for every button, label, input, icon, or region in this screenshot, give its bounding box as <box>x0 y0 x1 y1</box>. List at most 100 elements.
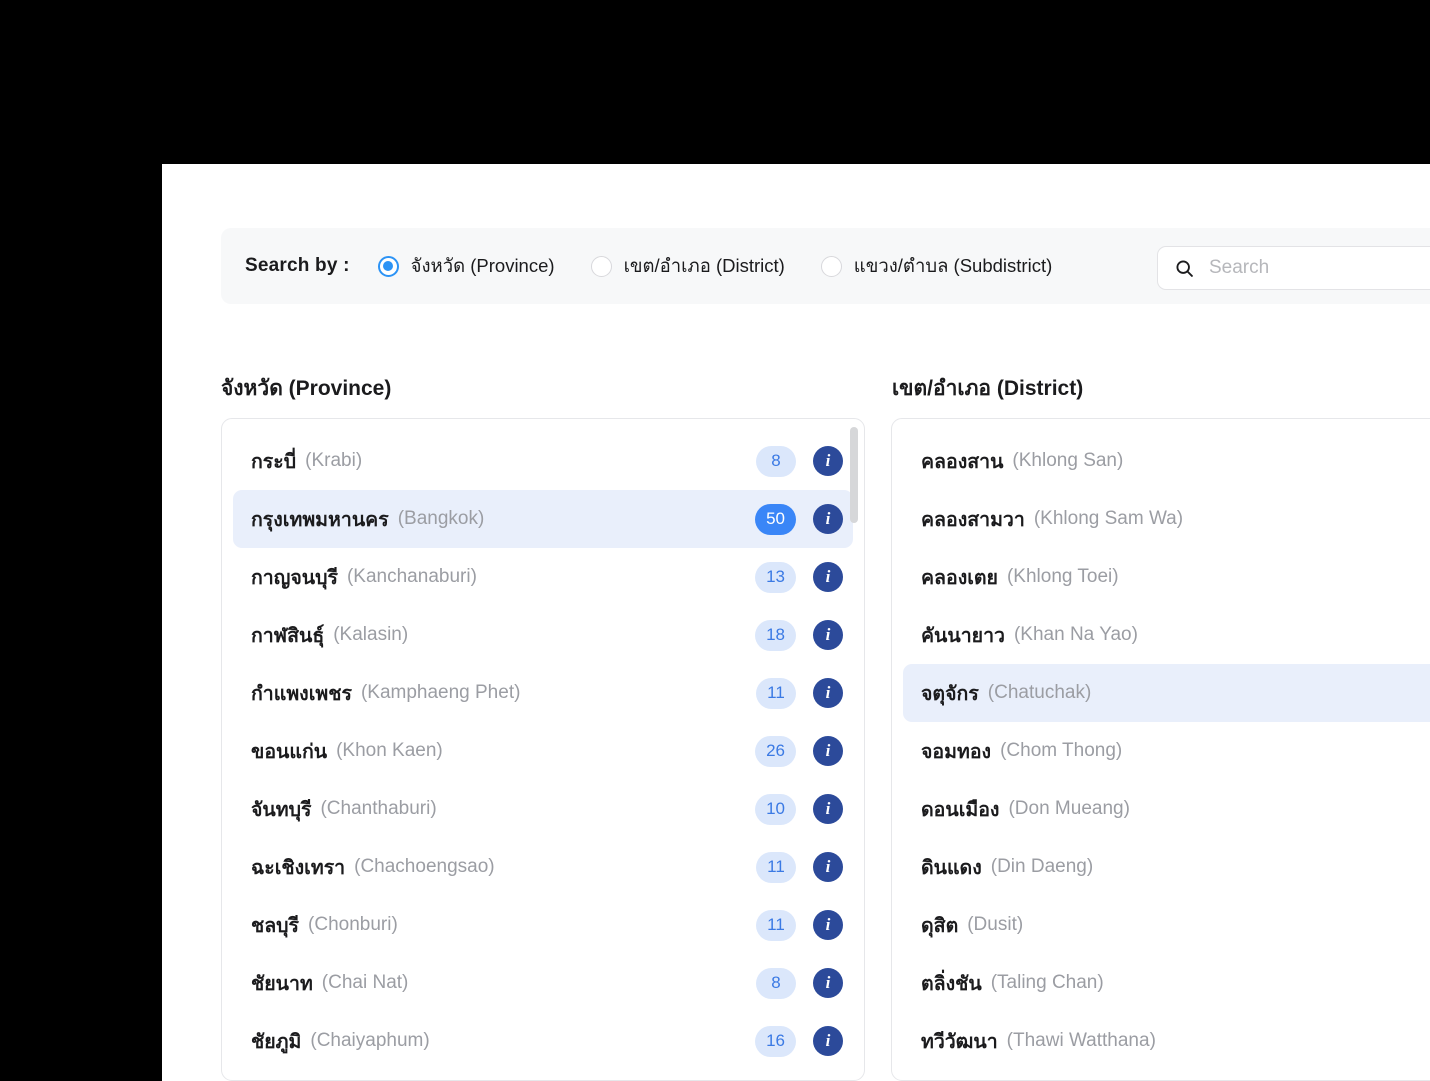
info-icon[interactable]: i <box>813 504 843 534</box>
list-item-name-th: กระบี่ <box>251 450 297 473</box>
app-page: Search by : จังหวัด (Province) เขต/อำเภอ… <box>162 164 1430 1081</box>
list-item[interactable]: ขอนแก่น (Khon Kaen) 26 i <box>233 722 853 780</box>
province-list-card: กระบี่ (Krabi) 8 i กรุงเทพมหานคร (Bangkok) 50 i… <box>221 418 865 1081</box>
count-badge: 16 <box>755 1025 796 1057</box>
list-item[interactable]: กาฬสินธุ์ (Kalasin) 18 i <box>233 606 853 664</box>
list-item[interactable]: กาญจนบุรี (Kanchanaburi) 13 i <box>233 548 853 606</box>
list-item[interactable]: จันทบุรี (Chanthaburi) 10 i <box>233 780 853 838</box>
count-badge: 8 <box>756 445 796 477</box>
district-list-card: คลองสาน (Khlong San) คลองสามวา (Khlong Sam … <box>891 418 1430 1081</box>
list-item-name-th: จันทบุรี <box>251 798 312 821</box>
search-icon <box>1174 258 1195 279</box>
list-item-name-en: (Kanchanaburi) <box>346 566 477 587</box>
count-badge: 10 <box>755 793 796 825</box>
list-item-name-en: (Chai Nat) <box>321 972 409 993</box>
list-item[interactable]: ดินแดง (Din Daeng) <box>903 838 1430 896</box>
list-item-name-en: (Chatuchak) <box>987 682 1092 703</box>
list-item[interactable]: คลองสาน (Khlong San) <box>903 432 1430 490</box>
list-item[interactable]: ชัยภูมิ (Chaiyaphum) 16 i <box>233 1012 853 1070</box>
info-icon[interactable]: i <box>813 910 843 940</box>
list-item[interactable]: กระบี่ (Krabi) 8 i <box>233 432 853 490</box>
list-item-name-th: คันนายาว <box>921 624 1005 647</box>
list-item[interactable]: ชลบุรี (Chonburi) 11 i <box>233 896 853 954</box>
district-list[interactable]: คลองสาน (Khlong San) คลองสามวา (Khlong Sam … <box>892 419 1430 1080</box>
count-badge: 13 <box>755 561 796 593</box>
province-list[interactable]: กระบี่ (Krabi) 8 i กรุงเทพมหานคร (Bangkok) 50 i… <box>222 419 864 1080</box>
list-item-name-en: (Khan Na Yao) <box>1013 624 1138 645</box>
province-list-scrollbar-thumb[interactable] <box>850 427 858 523</box>
list-item[interactable]: คลองสามวา (Khlong Sam Wa) <box>903 490 1430 548</box>
list-item-name-th: คลองสาน <box>921 450 1004 473</box>
info-icon[interactable]: i <box>813 794 843 824</box>
search-box[interactable] <box>1157 246 1430 290</box>
list-item[interactable]: ฉะเชิงเทรา (Chachoengsao) 11 i <box>233 838 853 896</box>
list-item-name-th: กำแพงเพชร <box>251 682 352 705</box>
radio-option-district[interactable]: เขต/อำเภอ (District) <box>590 252 785 281</box>
list-item-name-en: (Kalasin) <box>333 624 409 645</box>
province-list-scrollbar[interactable] <box>850 427 858 1072</box>
radio-icon-subdistrict[interactable] <box>820 255 842 277</box>
list-item[interactable]: คลองเตย (Khlong Toei) <box>903 548 1430 606</box>
list-item[interactable]: ชัยนาท (Chai Nat) 8 i <box>233 954 853 1012</box>
info-icon[interactable]: i <box>813 968 843 998</box>
count-badge: 11 <box>756 851 796 883</box>
list-item-name-en: (Taling Chan) <box>990 972 1104 993</box>
search-input[interactable] <box>1207 256 1430 280</box>
list-item-name-en: (Chonburi) <box>308 914 398 935</box>
info-icon[interactable]: i <box>813 678 843 708</box>
list-item[interactable]: กรุงเทพมหานคร (Bangkok) 50 i <box>233 490 853 548</box>
list-item-name-en: (Khon Kaen) <box>336 740 443 761</box>
list-item[interactable]: กำแพงเพชร (Kamphaeng Phet) 11 i <box>233 664 853 722</box>
list-item-name-en: (Chom Thong) <box>1000 740 1123 761</box>
info-icon[interactable]: i <box>813 620 843 650</box>
list-item-name-th: ขอนแก่น <box>251 740 328 763</box>
list-item-name-th: ดอนเมือง <box>921 798 1000 821</box>
list-item[interactable]: ตลิ่งชัน (Taling Chan) <box>903 954 1430 1012</box>
list-item-name-th: ฉะเชิงเทรา <box>251 856 346 879</box>
list-item[interactable]: จตุจักร (Chatuchak) <box>903 664 1430 722</box>
list-item-name-en: (Khlong Toei) <box>1006 566 1119 587</box>
list-item[interactable]: ดอนเมือง (Don Mueang) <box>903 780 1430 838</box>
list-item-name-th: คลองสามวา <box>921 508 1025 531</box>
info-icon[interactable]: i <box>813 446 843 476</box>
info-icon[interactable]: i <box>813 1026 843 1056</box>
list-item-name-th: กาญจนบุรี <box>251 566 338 589</box>
radio-label-district: เขต/อำเภอ (District) <box>623 254 785 276</box>
list-item-name-th: คลองเตย <box>921 566 998 589</box>
info-icon[interactable]: i <box>813 562 843 592</box>
list-item-name-en: (Bangkok) <box>397 508 485 529</box>
radio-option-province[interactable]: จังหวัด (Province) <box>377 252 555 281</box>
list-item-name-en: (Din Daeng) <box>990 856 1094 877</box>
count-badge: 11 <box>756 677 796 709</box>
list-item-name-th: จอมทอง <box>921 740 992 763</box>
radio-label-province: จังหวัด (Province) <box>410 254 555 276</box>
count-badge: 11 <box>756 909 796 941</box>
list-item-name-th: กรุงเทพมหานคร <box>251 508 389 531</box>
province-column-title: จังหวัด (Province) <box>221 377 392 400</box>
list-item-name-en: (Chaiyaphum) <box>310 1030 430 1051</box>
filter-bar: Search by : จังหวัด (Province) เขต/อำเภอ… <box>221 228 1430 304</box>
list-item-name-th: ชัยนาท <box>251 972 313 995</box>
list-item-name-th: ดินแดง <box>921 856 982 879</box>
search-by-radio-group: จังหวัด (Province) เขต/อำเภอ (District) … <box>377 252 1089 281</box>
list-item-name-th: ชลบุรี <box>251 914 300 937</box>
list-item-name-th: ชัยภูมิ <box>251 1030 302 1053</box>
radio-icon-province[interactable] <box>377 255 399 277</box>
count-badge: 50 <box>755 503 796 535</box>
count-badge: 8 <box>756 967 796 999</box>
list-item-name-th: ดุสิต <box>921 914 959 937</box>
list-item-name-th: ทวีวัฒนา <box>921 1030 998 1053</box>
search-by-label: Search by : <box>245 255 350 276</box>
list-item-name-en: (Khlong San) <box>1012 450 1124 471</box>
list-item-name-en: (Dusit) <box>967 914 1024 935</box>
info-icon[interactable]: i <box>813 852 843 882</box>
list-item[interactable]: ทวีวัฒนา (Thawi Watthana) <box>903 1012 1430 1070</box>
list-item[interactable]: ดุสิต (Dusit) <box>903 896 1430 954</box>
radio-icon-district[interactable] <box>590 255 612 277</box>
list-item[interactable]: จอมทอง (Chom Thong) <box>903 722 1430 780</box>
info-icon[interactable]: i <box>813 736 843 766</box>
list-item-name-en: (Khlong Sam Wa) <box>1033 508 1184 529</box>
list-item[interactable]: คันนายาว (Khan Na Yao) <box>903 606 1430 664</box>
list-item-name-en: (Kamphaeng Phet) <box>360 682 521 703</box>
radio-option-subdistrict[interactable]: แขวง/ตำบล (Subdistrict) <box>820 252 1052 281</box>
